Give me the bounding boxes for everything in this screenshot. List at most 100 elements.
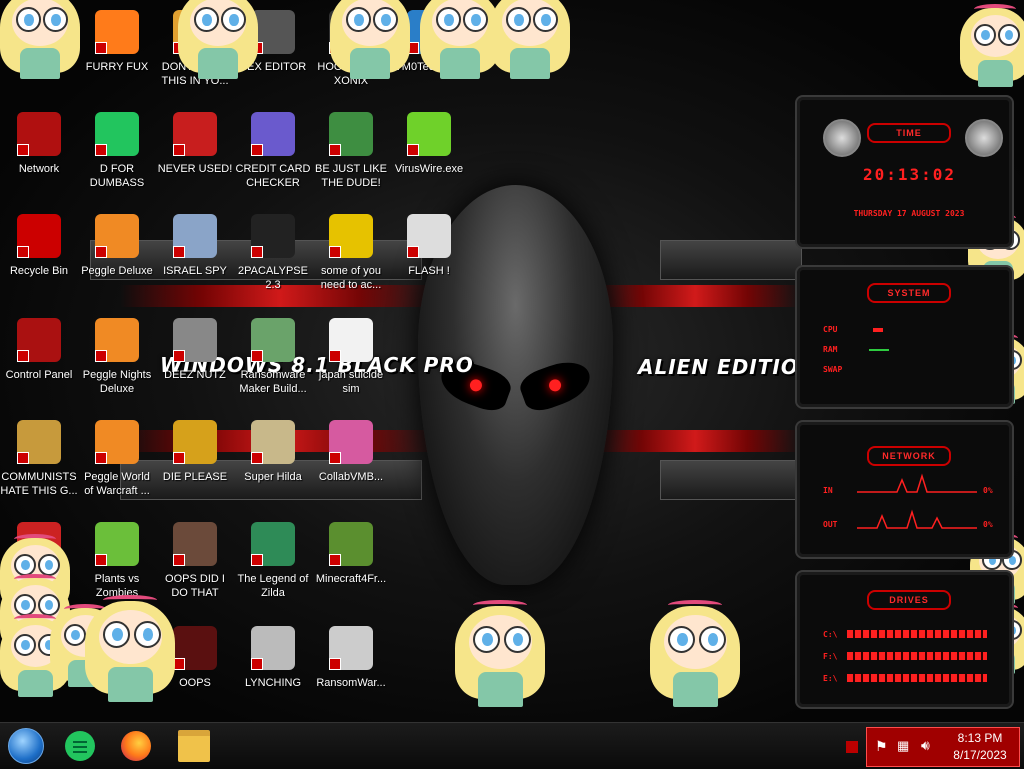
network-graph (857, 473, 977, 529)
start-button[interactable] (8, 728, 44, 764)
desktop-icon[interactable]: japan suicide sim (312, 318, 390, 396)
alien-eye-right (516, 354, 596, 416)
desktop-icon[interactable]: Ransomware Maker Build... (234, 318, 312, 396)
network-icon (17, 112, 61, 156)
portrait-icon (173, 522, 217, 566)
desktop-icon[interactable]: NEVER USED! (156, 112, 234, 176)
dev-cpp-icon (173, 112, 217, 156)
lime-icon (407, 112, 451, 156)
crystal-icon (329, 420, 373, 464)
peggle-icon (95, 214, 139, 258)
desktop-icon[interactable]: DIE PLEASE (156, 420, 234, 484)
desktop-icon[interactable]: Network (0, 112, 78, 176)
grass-block-icon (329, 522, 373, 566)
drives-panel: DRIVES C:\ F:\ E:\ (795, 570, 1014, 709)
desktop-icon[interactable]: some of you need to ac... (312, 214, 390, 292)
desktop-icon-label: The Legend of Zilda (237, 573, 309, 599)
desktop-icon-label: Peggle World of Warcraft ... (84, 471, 150, 497)
desktop-icon[interactable]: FLASH ! (390, 214, 468, 278)
shortcut-badge-icon (329, 658, 341, 670)
shortcut-badge-icon (329, 350, 341, 362)
shortcut-badge-icon (95, 350, 107, 362)
director-icon (173, 420, 217, 464)
desktop-icon[interactable]: DEEZ NUTZ (156, 318, 234, 382)
network-status-icon[interactable]: ▦ (897, 738, 909, 754)
star-butterfly-sticker (330, 0, 410, 84)
shortcut-badge-icon (17, 144, 29, 156)
shortcut-badge-icon (329, 554, 341, 566)
wallpaper-bar (660, 240, 802, 280)
control-panel-icon (17, 318, 61, 362)
peggle-icon (95, 318, 139, 362)
clock-date: 8/17/2023 (953, 748, 1007, 762)
desktop-icon[interactable]: CREDIT CARD CHECKER (234, 112, 312, 190)
system-monitor-gadget[interactable]: TIME 20:13:02 THURSDAY 17 AUGUST 2023 SY… (795, 95, 1014, 709)
star-butterfly-sticker (0, 0, 80, 84)
desktop-icon[interactable]: OOPS DID I DO THAT (156, 522, 234, 600)
star-butterfly-sticker (650, 595, 740, 712)
shortcut-badge-icon (407, 144, 419, 156)
gadget-clock: 20:13:02 (863, 165, 957, 184)
desktop-icon[interactable]: Minecraft4Fr... (312, 522, 390, 586)
peggle-icon (95, 420, 139, 464)
desktop-icon[interactable]: Peggle World of Warcraft ... (78, 420, 156, 498)
desktop-icon[interactable]: Control Panel (0, 318, 78, 382)
desktop-icon[interactable]: BE JUST LIKE THE DUDE! (312, 112, 390, 190)
desktop-icon[interactable]: Recycle Bin (0, 214, 78, 278)
desktop-icon[interactable]: D FOR DUMBASS (78, 112, 156, 190)
desktop-icon-label: NEVER USED! (157, 163, 233, 175)
credit-card-icon (251, 112, 295, 156)
desktop-icon[interactable]: RansomWar... (312, 626, 390, 690)
shortcut-badge-icon (407, 246, 419, 258)
desktop-icon[interactable]: Peggle Deluxe (78, 214, 156, 278)
dog-icon (329, 214, 373, 258)
desktop-icon[interactable]: FURRY FUX (78, 10, 156, 74)
desktop-icon[interactable]: Peggle Nights Deluxe (78, 318, 156, 396)
gadget-date: THURSDAY 17 AUGUST 2023 (853, 209, 965, 218)
desktop-icon-label: LYNCHING (244, 677, 302, 689)
action-center-flag-icon[interactable]: ⚑ (875, 738, 888, 755)
taskbar-file-explorer[interactable] (176, 728, 212, 764)
desktop-icon-label: Super Hilda (244, 471, 302, 483)
shortcut-badge-icon (251, 452, 263, 464)
shortcut-badge-icon (251, 350, 263, 362)
star-butterfly-sticker (420, 0, 500, 84)
clock-time: 8:13 PM (957, 731, 1003, 745)
desktop-icon[interactable]: VirusWire.exe (390, 112, 468, 176)
desktop-icon-label: FURRY FUX (85, 61, 149, 73)
show-hidden-icons[interactable] (846, 741, 858, 753)
desktop-icon[interactable]: Super Hilda (234, 420, 312, 484)
desktop-icon-label: some of you need to ac... (320, 265, 382, 291)
volume-icon[interactable]: 🔊︎ (921, 737, 930, 754)
ram-label: RAM (823, 345, 838, 354)
elf-icon (329, 112, 373, 156)
desktop-icon[interactable]: Plants vs Zombies (78, 522, 156, 600)
desktop-icon[interactable]: The Legend of Zilda (234, 522, 312, 600)
desktop-icon[interactable]: COMMUNISTS HATE THIS G... (0, 420, 78, 498)
network-panel: NETWORK IN 0% OUT 0% (795, 420, 1014, 559)
desktop-icon[interactable]: LYNCHING (234, 626, 312, 690)
shortcut-badge-icon (173, 350, 185, 362)
taskbar-green-app[interactable] (62, 728, 98, 764)
desktop-icon[interactable]: ISRAEL SPY (156, 214, 234, 278)
desktop-icon-label: ISRAEL SPY (163, 265, 227, 277)
desktop-icon[interactable]: 2PACALYPSE 2.3 (234, 214, 312, 292)
desktop-icon-label: COMMUNISTS HATE THIS G... (0, 471, 78, 497)
terminal-icon (251, 214, 295, 258)
taskbar-clock[interactable]: 8:13 PM 8/17/2023 (945, 730, 1015, 764)
pixel-char-icon (251, 420, 295, 464)
shortcut-badge-icon (95, 144, 107, 156)
alien-badge-icon (965, 119, 1003, 157)
taskbar-firefox[interactable] (118, 728, 154, 764)
desktop-icon-label: japan suicide sim (318, 369, 384, 395)
file-explorer-icon (178, 730, 210, 762)
desktop-icon-label: VirusWire.exe (394, 163, 464, 175)
wallpaper-glow (590, 285, 800, 307)
dark-app-icon (173, 626, 217, 670)
green-app-icon (65, 731, 95, 761)
time-title: TIME (867, 123, 951, 143)
desktop-icon-label: CREDIT CARD CHECKER (235, 163, 311, 189)
desktop-icon[interactable]: CollabVMB... (312, 420, 390, 484)
net-out-label: OUT (823, 520, 838, 529)
flash-file-icon (407, 214, 451, 258)
